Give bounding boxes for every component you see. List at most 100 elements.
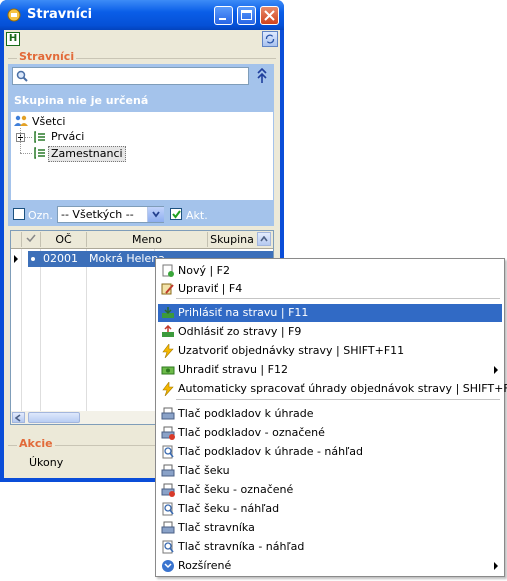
maximize-button[interactable] bbox=[237, 6, 256, 25]
printer-icon bbox=[161, 407, 175, 420]
menu-item[interactable]: Tlač šeku bbox=[158, 462, 502, 480]
tree-line bbox=[25, 137, 32, 138]
submenu-arrow-icon bbox=[494, 562, 498, 570]
submenu-arrow-icon bbox=[494, 366, 498, 374]
check-icon bbox=[26, 234, 36, 243]
scroll-left-button[interactable] bbox=[12, 412, 25, 423]
menu-item-label: Uzatvoriť objednávky stravy | SHIFT+F11 bbox=[178, 344, 405, 357]
minimize-button[interactable] bbox=[214, 6, 233, 25]
group-status: Skupina nie je určená bbox=[14, 94, 149, 107]
menu-item-label: Nový | F2 bbox=[178, 264, 231, 277]
scroll-thumb[interactable] bbox=[28, 412, 80, 423]
scroll-up-button[interactable] bbox=[257, 232, 271, 246]
row-pointer-icon bbox=[14, 255, 18, 263]
search-input[interactable] bbox=[12, 67, 249, 85]
check-icon bbox=[172, 210, 181, 219]
menu-separator bbox=[176, 399, 500, 400]
menu-item[interactable]: Uzatvoriť objednávky stravy | SHIFT+F11 bbox=[158, 342, 502, 360]
menu-item-label: Automaticky spracovať úhrady objednávok … bbox=[178, 382, 507, 395]
menu-item-label: Upraviť | F4 bbox=[178, 282, 243, 295]
row-marker-icon bbox=[31, 257, 35, 261]
menu-item-label: Tlač šeku bbox=[178, 464, 230, 477]
close-icon bbox=[264, 10, 275, 21]
menu-item[interactable]: Tlač podkladov - označené bbox=[158, 424, 502, 442]
grid-line bbox=[86, 249, 87, 411]
menu-item[interactable]: Upraviť | F4 bbox=[158, 280, 502, 298]
tree-item-prvaci[interactable]: Prváci bbox=[51, 130, 84, 143]
lightning-icon bbox=[162, 344, 174, 358]
tree-line bbox=[20, 128, 21, 153]
grid-line bbox=[40, 249, 41, 411]
oznacene-checkbox[interactable] bbox=[13, 208, 25, 220]
menu-separator bbox=[176, 298, 500, 299]
group-label-akcie: Akcie bbox=[17, 437, 55, 450]
chevron-left-icon bbox=[15, 414, 21, 422]
menu-item-label: Tlač šeku - náhľad bbox=[178, 502, 280, 515]
grid-line bbox=[21, 249, 22, 411]
column-oc[interactable]: OČ bbox=[41, 232, 87, 247]
menu-item[interactable]: Tlač podkladov k úhrade - náhľad bbox=[158, 443, 502, 461]
ukony-link[interactable]: Úkony bbox=[29, 456, 63, 469]
menu-item-label: Odhlásiť zo stravy | F9 bbox=[178, 325, 302, 338]
menu-item-label: Rozšírené bbox=[178, 559, 232, 572]
grid-check-column[interactable] bbox=[22, 232, 41, 247]
column-skupina[interactable]: Skupina bbox=[208, 232, 256, 247]
print-preview-icon bbox=[162, 540, 174, 554]
money-icon bbox=[161, 366, 175, 375]
menu-item-label: Tlač podkladov - označené bbox=[178, 426, 325, 439]
menu-item-label: Uhradiť stravu | F12 bbox=[178, 363, 288, 376]
close-button[interactable] bbox=[260, 6, 279, 25]
menu-item[interactable]: Uhradiť stravu | F12 bbox=[158, 361, 502, 379]
app-icon bbox=[7, 8, 21, 22]
column-meno[interactable]: Meno bbox=[87, 232, 208, 247]
menu-item[interactable]: Rozšírené bbox=[158, 557, 502, 575]
cell-oc: 02001 bbox=[43, 252, 78, 265]
people-icon bbox=[14, 115, 28, 126]
chevron-up-icon bbox=[260, 236, 268, 242]
menu-item[interactable]: Nový | F2 bbox=[158, 262, 502, 280]
menu-item[interactable]: Tlač stravníka bbox=[158, 519, 502, 537]
akt-checkbox[interactable] bbox=[170, 208, 182, 220]
print-preview-icon bbox=[162, 445, 174, 459]
cell-meno: Mokrá Helena bbox=[89, 252, 165, 265]
sign-out-icon bbox=[162, 325, 174, 337]
filter-icon[interactable] bbox=[256, 68, 268, 84]
chevron-down-icon[interactable] bbox=[147, 207, 164, 222]
menu-item[interactable]: Tlač šeku - označené bbox=[158, 481, 502, 499]
search-icon bbox=[16, 70, 28, 82]
menu-item[interactable]: Tlač šeku - náhľad bbox=[158, 500, 502, 518]
grid-corner bbox=[11, 232, 22, 247]
oznacene-label: Ozn. bbox=[28, 209, 53, 222]
lightning-icon bbox=[162, 382, 174, 396]
window-title: Stravníci bbox=[27, 7, 93, 22]
menu-item-label: Tlač podkladov k úhrade - náhľad bbox=[178, 445, 363, 458]
new-icon bbox=[162, 264, 174, 277]
printer-marked-icon bbox=[161, 483, 175, 497]
tree-item-root[interactable]: Všetci bbox=[32, 115, 65, 128]
menu-item-label: Tlač podkladov k úhrade bbox=[178, 407, 314, 420]
sign-in-icon bbox=[162, 307, 174, 318]
printer-icon bbox=[161, 521, 175, 534]
menu-item[interactable]: Automaticky spracovať úhrady objednávok … bbox=[158, 380, 507, 398]
menu-item-label: Tlač stravníka bbox=[178, 521, 255, 534]
print-preview-icon bbox=[162, 502, 174, 516]
printer-icon bbox=[161, 464, 175, 477]
menu-item[interactable]: Tlač podkladov k úhrade bbox=[158, 405, 502, 423]
menu-item-label: Tlač stravníka - náhľad bbox=[178, 540, 305, 553]
menu-item[interactable]: Odhlásiť zo stravy | F9 bbox=[158, 323, 502, 341]
menu-item[interactable]: Prihlásiť na stravu | F11 bbox=[158, 304, 502, 322]
tree-item-zamestnanci[interactable]: Zamestnanci bbox=[48, 146, 126, 162]
expand-icon bbox=[162, 560, 174, 572]
tree-line bbox=[20, 153, 32, 154]
refresh-icon[interactable] bbox=[262, 31, 278, 47]
menu-item-label: Tlač šeku - označené bbox=[178, 483, 294, 496]
edit-icon bbox=[161, 283, 174, 295]
menu-item-label: Prihlásiť na stravu | F11 bbox=[178, 306, 309, 319]
group-label-stravnici: Stravníci bbox=[17, 50, 77, 63]
h-button[interactable]: H bbox=[6, 32, 20, 46]
akt-label: Akt. bbox=[186, 209, 208, 222]
group-list-icon bbox=[34, 147, 45, 159]
menu-item[interactable]: Tlač stravníka - náhľad bbox=[158, 538, 502, 556]
printer-marked-icon bbox=[161, 426, 175, 440]
group-list-icon bbox=[34, 131, 45, 143]
